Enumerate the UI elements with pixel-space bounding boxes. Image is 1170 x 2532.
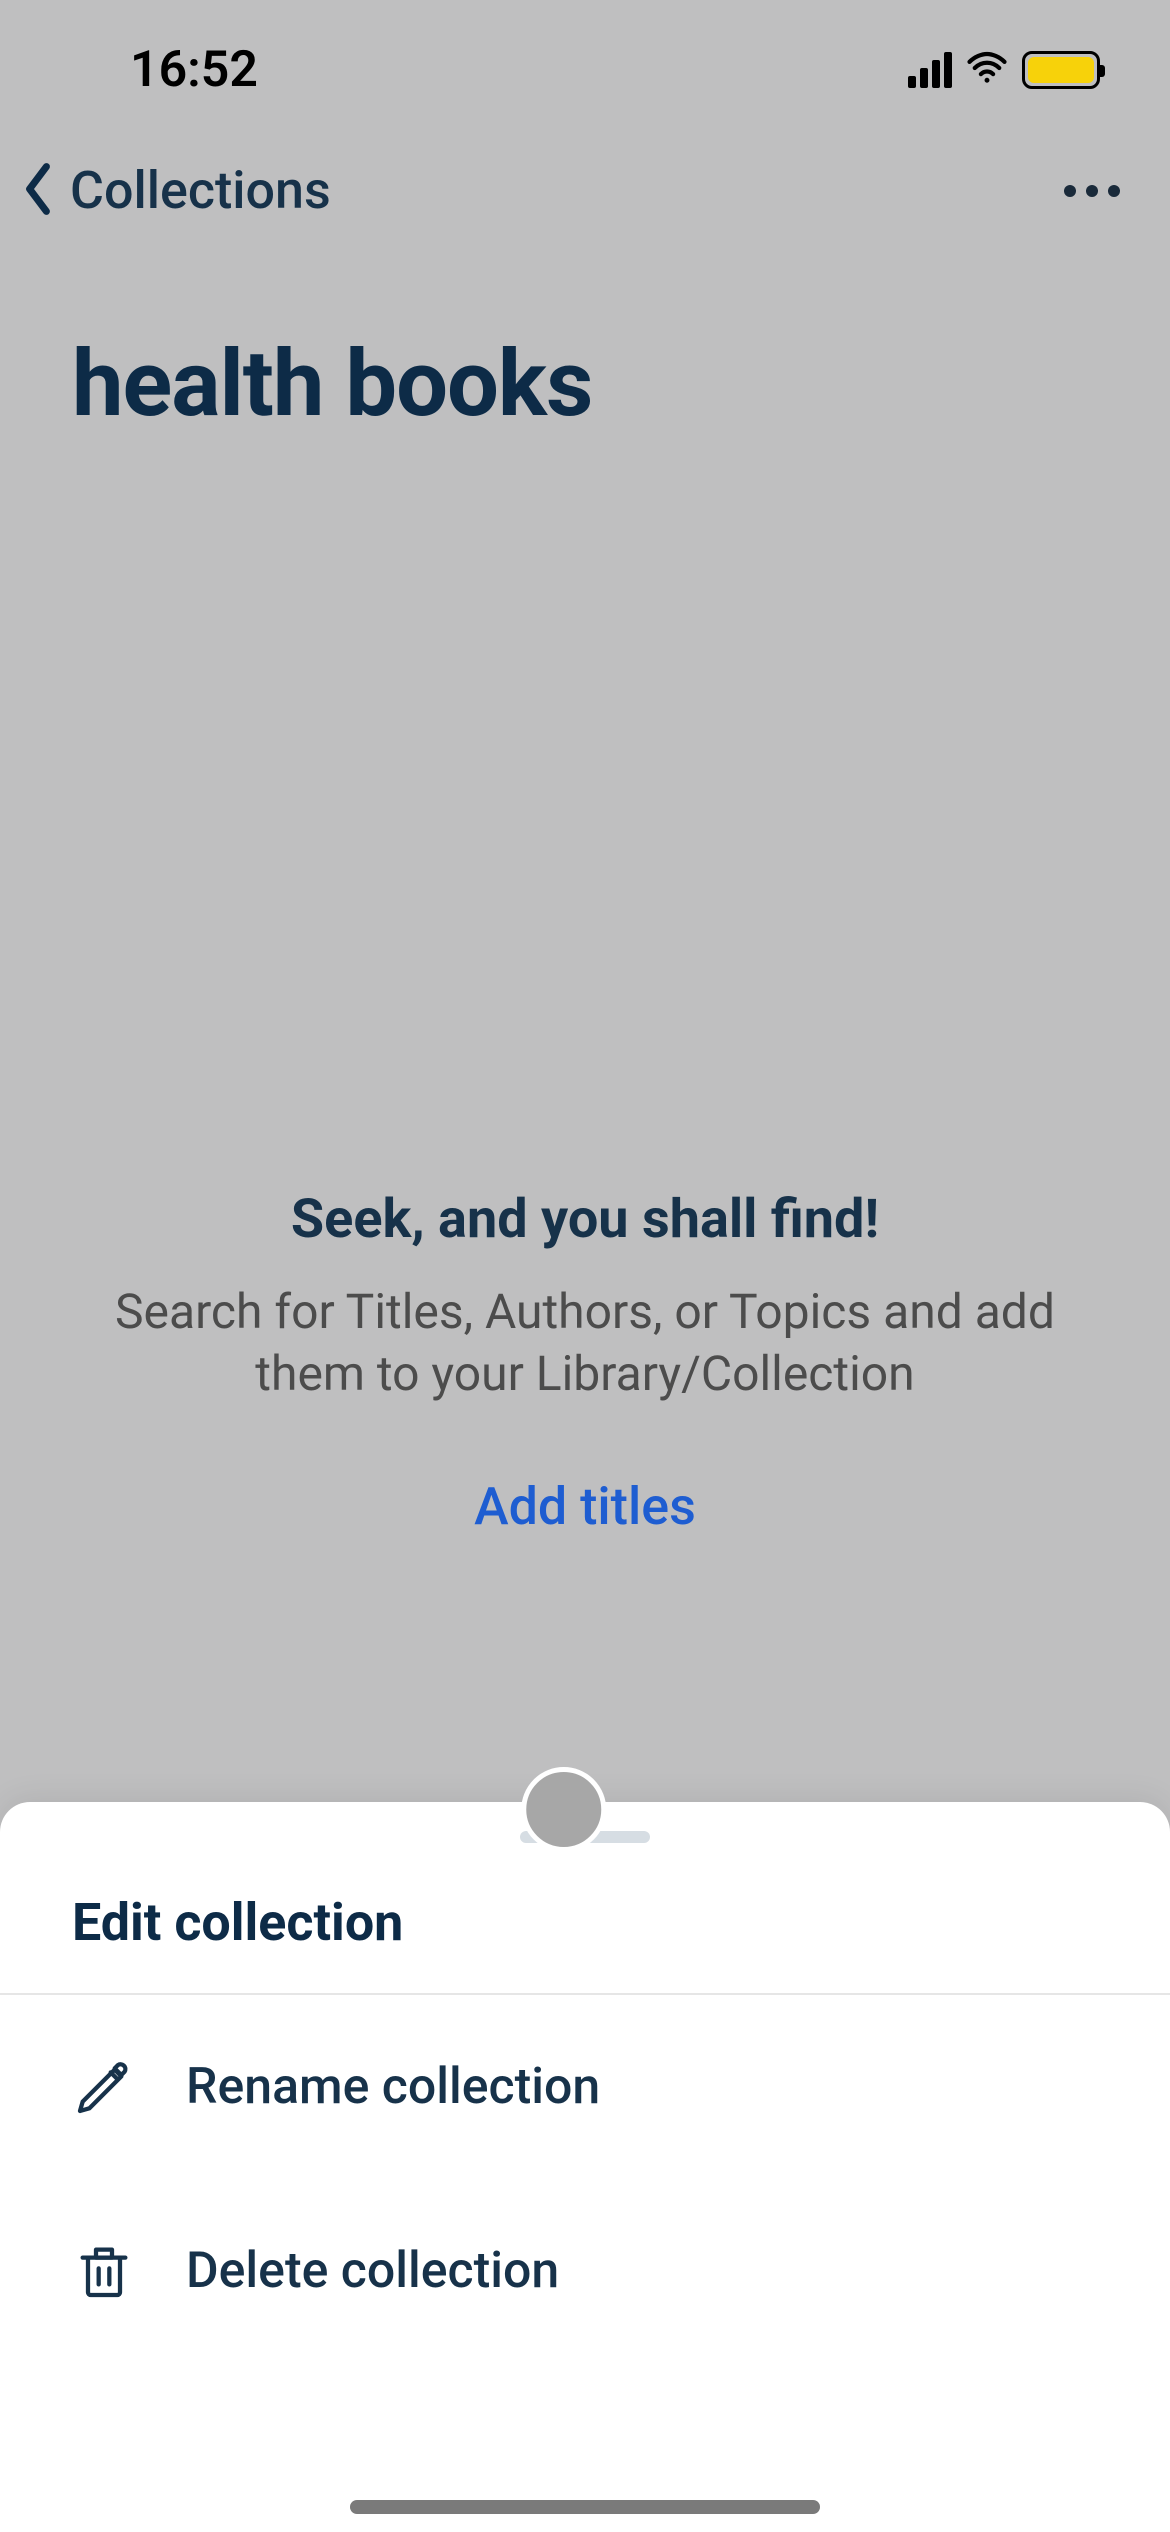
grabber-knob-icon bbox=[521, 1767, 606, 1852]
more-options-button[interactable] bbox=[1064, 185, 1120, 197]
wifi-icon bbox=[966, 47, 1008, 93]
sheet-item-label: Rename collection bbox=[186, 2058, 600, 2116]
sheet-item-label: Delete collection bbox=[186, 2242, 559, 2300]
empty-headline: Seek, and you shall find! bbox=[70, 1188, 1100, 1251]
empty-state: Seek, and you shall find! Search for Tit… bbox=[0, 1188, 1170, 1537]
bottom-sheet: Edit collection Rename collection Delete… bbox=[0, 1802, 1170, 2532]
delete-collection-item[interactable]: Delete collection bbox=[0, 2179, 1170, 2363]
sheet-title: Edit collection bbox=[0, 1862, 1170, 1993]
cellular-signal-icon bbox=[908, 52, 952, 88]
add-titles-link[interactable]: Add titles bbox=[474, 1476, 696, 1537]
status-bar: 16:52 bbox=[0, 0, 1170, 110]
status-time: 16:52 bbox=[130, 41, 258, 99]
page-title: health books bbox=[0, 221, 1170, 438]
trash-icon bbox=[72, 2239, 136, 2303]
back-button[interactable]: Collections bbox=[20, 160, 331, 221]
nav-header: Collections bbox=[0, 110, 1170, 221]
dots-icon bbox=[1064, 185, 1076, 197]
home-indicator[interactable] bbox=[350, 2500, 820, 2514]
sheet-grabber[interactable] bbox=[0, 1802, 1170, 1862]
battery-icon bbox=[1022, 51, 1100, 89]
chevron-left-icon bbox=[20, 161, 56, 221]
rename-collection-item[interactable]: Rename collection bbox=[0, 1995, 1170, 2179]
back-label: Collections bbox=[70, 160, 331, 221]
empty-subtext: Search for Titles, Authors, or Topics an… bbox=[70, 1281, 1100, 1406]
status-indicators bbox=[908, 47, 1100, 93]
pencil-icon bbox=[72, 2055, 136, 2119]
